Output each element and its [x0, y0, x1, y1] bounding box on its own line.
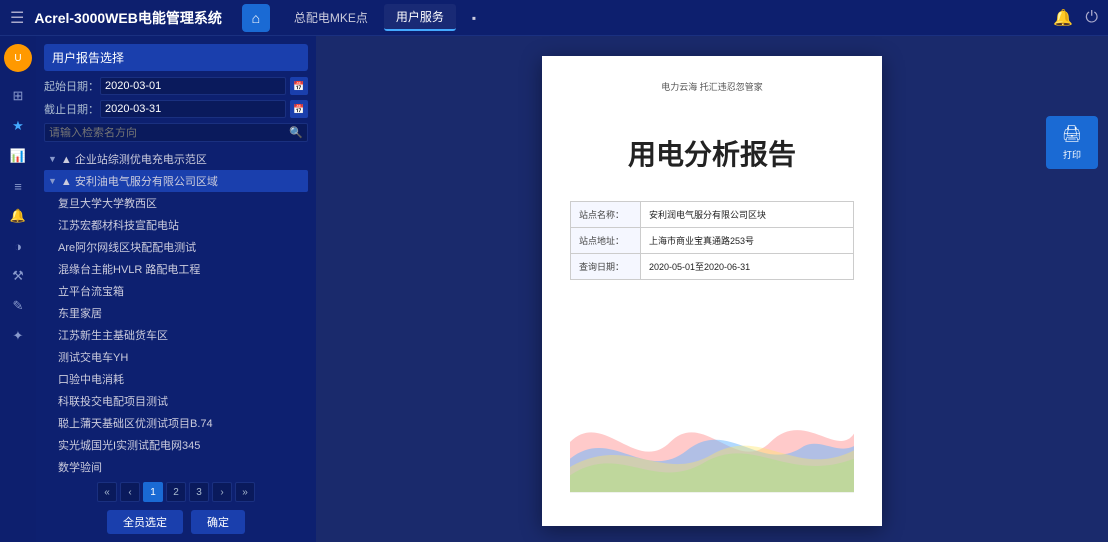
- org-item-2[interactable]: 复旦大学大学教西区: [44, 192, 308, 214]
- org-item-10[interactable]: 口验中电消耗: [44, 368, 308, 390]
- org-item-12[interactable]: 聪上蒲天基础区优测试项目B.74: [44, 412, 308, 434]
- end-date-row: 截止日期： 📅: [44, 100, 308, 118]
- sidebar-icon-chart[interactable]: 📊: [4, 144, 32, 168]
- bottom-buttons: 全员选定 确定: [44, 506, 308, 534]
- page-3[interactable]: 3: [189, 482, 209, 502]
- report-info-table: 站点名称： 安利润电气服分有限公司区块 站点地址： 上海市商业宝真通路253号 …: [570, 201, 854, 280]
- org-list: ▼▲ 企业站综测优电充电示范区▼▲ 安利油电气服分有限公司区域复旦大学大学教西区…: [44, 148, 308, 474]
- org-item-13[interactable]: 实光城国光I实测试配电网345: [44, 434, 308, 456]
- select-all-button[interactable]: 全员选定: [107, 510, 183, 534]
- print-icon: 🖨: [1062, 124, 1082, 144]
- info-label-1: 站点地址：: [571, 228, 641, 253]
- org-item-3[interactable]: 江苏宏都材科技宣配电站: [44, 214, 308, 236]
- sidebar-icon-home[interactable]: ⊞: [4, 84, 32, 108]
- power-icon[interactable]: ⏻: [1085, 9, 1098, 27]
- page-prev[interactable]: ‹: [120, 482, 140, 502]
- info-label-0: 站点名称：: [571, 202, 641, 227]
- report-header-text: 电力云海 托汇违忍忽管家: [570, 80, 854, 93]
- org-item-14[interactable]: 数学验间: [44, 456, 308, 474]
- org-item-1[interactable]: ▼▲ 安利油电气服分有限公司区域: [44, 170, 308, 192]
- home-button[interactable]: ⌂: [242, 4, 270, 32]
- sidebar-icon-list[interactable]: ≡: [4, 174, 32, 198]
- org-item-7[interactable]: 东里家居: [44, 302, 308, 324]
- avatar-text: U: [14, 53, 21, 64]
- notification-icon[interactable]: 🔔: [1053, 8, 1073, 28]
- info-label-2: 查询日期：: [571, 254, 641, 279]
- info-row-2: 查询日期： 2020-05-01至2020-06-31: [571, 254, 853, 279]
- topbar-right: 🔔 ⏻: [1053, 8, 1098, 28]
- info-value-0: 安利润电气服分有限公司区块: [641, 202, 853, 227]
- panel-title: 用户报告选择: [44, 44, 308, 71]
- topbar: ☰ Acrel-3000WEB电能管理系统 ⌂ 总配电MKE点 用户服务 ▪ 🔔…: [0, 0, 1108, 36]
- page-1[interactable]: 1: [143, 482, 163, 502]
- sidebar-icon-user[interactable]: ◑: [4, 234, 32, 258]
- print-label: 打印: [1063, 148, 1081, 161]
- start-date-input[interactable]: [100, 77, 286, 95]
- end-date-input[interactable]: [100, 100, 286, 118]
- info-row-1: 站点地址： 上海市商业宝真通路253号: [571, 228, 853, 254]
- org-item-4[interactable]: Are阿尔网线区块配配电测试: [44, 236, 308, 258]
- avatar: U: [4, 44, 32, 72]
- app-title: Acrel-3000WEB电能管理系统: [34, 8, 222, 28]
- info-row-0: 站点名称： 安利润电气服分有限公司区块: [571, 202, 853, 228]
- org-item-5[interactable]: 混缘台主能HVLR 路配电工程: [44, 258, 308, 280]
- page-last[interactable]: »: [235, 482, 255, 502]
- report-main-title: 用电分析报告: [570, 133, 854, 173]
- end-date-label: 截止日期：: [44, 101, 96, 117]
- nav-item-2[interactable]: 用户服务: [384, 4, 456, 31]
- sidebar-icon-tool[interactable]: ⚒: [4, 264, 32, 288]
- print-panel: 🖨 打印: [1046, 116, 1098, 169]
- report-page: 电力云海 托汇违忍忽管家 用电分析报告 站点名称： 安利润电气服分有限公司区块 …: [542, 56, 882, 526]
- info-value-1: 上海市商业宝真通路253号: [641, 228, 853, 253]
- top-nav: 总配电MKE点 用户服务 ▪: [282, 4, 1054, 31]
- sidebar-icon-bell[interactable]: 🔔: [4, 204, 32, 228]
- nav-item-3[interactable]: ▪: [460, 7, 488, 29]
- search-row: 🔍: [44, 123, 308, 142]
- search-input[interactable]: [49, 127, 289, 139]
- confirm-button[interactable]: 确定: [191, 510, 245, 534]
- sidebar-icon-settings[interactable]: ✦: [4, 324, 32, 348]
- sidebar-icon-edit[interactable]: ✎: [4, 294, 32, 318]
- start-date-row: 起始日期： 📅: [44, 77, 308, 95]
- menu-icon[interactable]: ☰: [10, 8, 24, 28]
- print-button[interactable]: 🖨 打印: [1046, 116, 1098, 169]
- org-item-8[interactable]: 江苏新生主基础货车区: [44, 324, 308, 346]
- org-item-9[interactable]: 测试交电车YH: [44, 346, 308, 368]
- info-value-2: 2020-05-01至2020-06-31: [641, 254, 853, 279]
- org-item-11[interactable]: 科联投交电配项目测试: [44, 390, 308, 412]
- main-layout: U ⊞ ★ 📊 ≡ 🔔 ◑ ⚒ ✎ ✦ 用户报告选择 起始日期： 📅 截止日期：…: [0, 36, 1108, 542]
- pagination: « ‹ 1 2 3 › »: [44, 478, 308, 506]
- left-panel: 用户报告选择 起始日期： 📅 截止日期： 📅 🔍 ▼▲ 企业站综测优电充电示范区…: [36, 36, 316, 542]
- content-area: 电力云海 托汇违忍忽管家 用电分析报告 站点名称： 安利润电气服分有限公司区块 …: [316, 36, 1108, 542]
- page-2[interactable]: 2: [166, 482, 186, 502]
- org-item-0[interactable]: ▼▲ 企业站综测优电充电示范区: [44, 148, 308, 170]
- sidebar-icon-star[interactable]: ★: [4, 114, 32, 138]
- nav-item-1[interactable]: 总配电MKE点: [282, 5, 380, 30]
- end-date-cal-icon[interactable]: 📅: [290, 100, 308, 118]
- sidebar-icons: U ⊞ ★ 📊 ≡ 🔔 ◑ ⚒ ✎ ✦: [0, 36, 36, 542]
- report-wave-decoration: [570, 300, 854, 502]
- org-item-6[interactable]: 立平台流宝箱: [44, 280, 308, 302]
- search-icon: 🔍: [289, 126, 303, 139]
- page-first[interactable]: «: [97, 482, 117, 502]
- home-icon: ⌂: [252, 10, 260, 26]
- start-date-label: 起始日期：: [44, 78, 96, 94]
- start-date-cal-icon[interactable]: 📅: [290, 77, 308, 95]
- page-next[interactable]: ›: [212, 482, 232, 502]
